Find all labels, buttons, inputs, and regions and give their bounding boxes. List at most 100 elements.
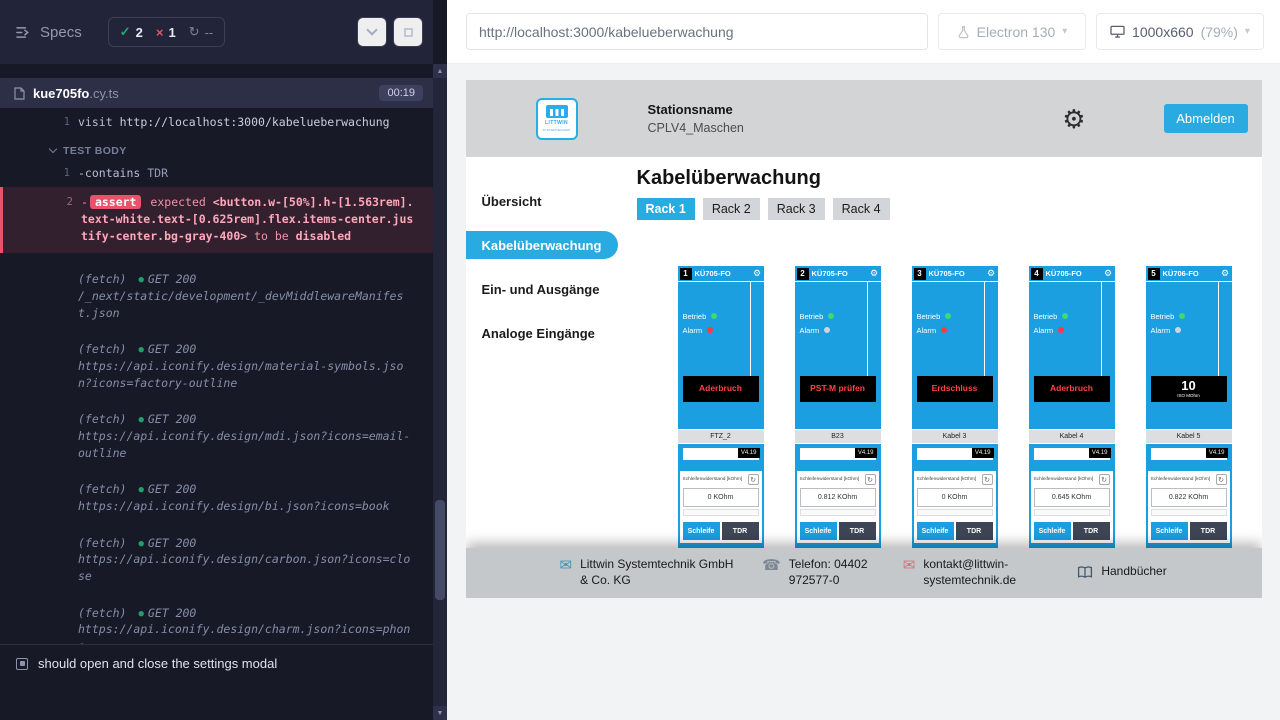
specs-label: Specs	[40, 24, 82, 41]
fetch-log-row[interactable]: (fetch)●GET 200 https://api.iconify.desi…	[0, 533, 433, 587]
fetch-log-row[interactable]: (fetch)●GET 200 https://api.iconify.desi…	[0, 409, 433, 463]
tab-rack-1[interactable]: Rack 1	[637, 198, 695, 220]
refresh-icon[interactable]: ↻	[1099, 474, 1110, 485]
command-visit[interactable]: 1 visit http://localhost:3000/kabelueber…	[0, 112, 433, 133]
settings-gear-icon[interactable]: ⚙	[1062, 106, 1085, 132]
footer-phone[interactable]: ☎ Telefon: 04402 972577-0	[762, 557, 885, 588]
refresh-icon[interactable]: ↻	[982, 474, 993, 485]
pending-test-icon	[16, 658, 28, 670]
tdr-button[interactable]: TDR	[839, 522, 876, 540]
led-alarm: Alarm	[1029, 323, 1115, 337]
sidebar-item-kabelueberwachung[interactable]: Kabelüberwachung	[466, 231, 618, 259]
tab-rack-2[interactable]: Rack 2	[703, 198, 760, 220]
page-title: Kabelüberwachung	[637, 167, 1262, 190]
footer-manuals[interactable]: Handbücher	[1077, 564, 1166, 582]
aut-viewport: LITTWIN SYSTEMTECHNIK Stationsname CPLV4…	[447, 64, 1280, 720]
fetch-log-row[interactable]: (fetch)●GET 200 https://api.iconify.desi…	[0, 339, 433, 393]
betrieb-led-icon	[711, 313, 717, 319]
scrollbar-thumb[interactable]	[435, 500, 445, 600]
card-number: 4	[1031, 268, 1043, 280]
station-label: Stationsname	[648, 102, 744, 117]
sidebar-item-analoge-eingaenge[interactable]: Analoge Eingänge	[466, 319, 618, 347]
scroll-up-arrow[interactable]: ▲	[433, 64, 447, 78]
card-gear-icon[interactable]: ⚙	[751, 269, 764, 278]
schleife-button[interactable]: Schleife	[800, 522, 837, 540]
stop-button[interactable]	[393, 17, 423, 47]
fetch-log-row[interactable]: (fetch)●GET 200 /_next/static/developmen…	[0, 269, 433, 323]
cable-label: Kabel 3	[912, 429, 998, 444]
schleife-button[interactable]: Schleife	[683, 522, 720, 540]
version-strip: V4.19	[1034, 448, 1110, 460]
spec-file-header[interactable]: kue705fo.cy.ts 00:19	[0, 78, 433, 108]
browser-select[interactable]: Electron 130 ▾	[938, 13, 1086, 50]
pending-test[interactable]: should open and close the settings modal	[0, 644, 433, 682]
cable-label: Kabel 4	[1029, 429, 1115, 444]
schleife-button[interactable]: Schleife	[917, 522, 954, 540]
url-input[interactable]	[466, 13, 928, 50]
test-body-section[interactable]: TEST BODY	[50, 145, 433, 157]
card-gear-icon[interactable]: ⚙	[1219, 269, 1232, 278]
card-title: KÜ705-FO	[812, 269, 848, 278]
schleife-button[interactable]: Schleife	[1034, 522, 1071, 540]
collapse-caret-icon	[49, 145, 57, 153]
stop-icon	[404, 28, 413, 37]
resistance-value: 0.822 KOhm	[1151, 488, 1227, 507]
viewport-select[interactable]: 1000x660 (79%) ▾	[1096, 13, 1264, 50]
spec-file-icon	[14, 87, 25, 100]
app-header: LITTWIN SYSTEMTECHNIK Stationsname CPLV4…	[466, 80, 1262, 157]
footer-email[interactable]: ✉ kontakt@littwin-systemtechnik.de	[903, 557, 1046, 588]
tab-rack-3[interactable]: Rack 3	[768, 198, 825, 220]
card-gear-icon[interactable]: ⚙	[985, 269, 998, 278]
failed-count: × 1	[156, 25, 176, 40]
status-dot-icon: ●	[138, 485, 143, 495]
tdr-button[interactable]: TDR	[1073, 522, 1110, 540]
led-betrieb: Betrieb	[795, 309, 881, 323]
littwin-logo: LITTWIN SYSTEMTECHNIK	[536, 98, 578, 140]
chevron-down-icon: ▾	[1062, 26, 1067, 37]
card-title: KÜ705-FO	[1046, 269, 1082, 278]
status-display: Aderbruch	[1034, 376, 1110, 402]
phone-icon: ☎	[762, 558, 781, 573]
firmware-version: V4.19	[738, 448, 760, 458]
tdr-button[interactable]: TDR	[722, 522, 759, 540]
resistance-panel: Schleifenwiderstand [kOhm]↻ 0.822 KOhm S…	[1148, 471, 1230, 543]
reporter-scrollbar[interactable]: ▲ ▼	[433, 64, 447, 720]
fetch-log-row[interactable]: (fetch)●GET 200 https://api.iconify.desi…	[0, 479, 433, 516]
logout-button[interactable]: Abmelden	[1164, 104, 1248, 133]
schleife-button[interactable]: Schleife	[1151, 522, 1188, 540]
mail-icon: ✉	[903, 558, 916, 573]
scroll-down-arrow[interactable]: ▼	[433, 706, 447, 720]
command-assert-failed[interactable]: 2 -assert expected <button.w-[50%].h-[1.…	[0, 187, 433, 253]
browser-toolbar: Electron 130 ▾ 1000x660 (79%) ▾	[447, 0, 1280, 64]
command-contains[interactable]: 1 -contains TDR	[0, 163, 433, 184]
sidebar-item-uebersicht[interactable]: Übersicht	[466, 187, 618, 215]
tdr-button[interactable]: TDR	[1190, 522, 1227, 540]
card-gear-icon[interactable]: ⚙	[868, 269, 881, 278]
tdr-button[interactable]: TDR	[956, 522, 993, 540]
led-alarm: Alarm	[795, 323, 881, 337]
sidebar-item-ein-und-ausgaenge[interactable]: Ein- und Ausgänge	[466, 275, 618, 303]
led-alarm: Alarm	[1146, 323, 1232, 337]
card-number: 5	[1148, 268, 1160, 280]
specs-button[interactable]: Specs	[16, 24, 82, 41]
tab-rack-4[interactable]: Rack 4	[833, 198, 890, 220]
led-alarm: Alarm	[912, 323, 998, 337]
cable-label: FTZ_2	[678, 429, 764, 444]
collapse-button[interactable]	[357, 17, 387, 47]
specs-list-icon	[16, 26, 31, 39]
version-strip: V4.19	[1151, 448, 1227, 460]
refresh-icon[interactable]: ↻	[1216, 474, 1227, 485]
fail-icon: ×	[156, 25, 164, 40]
flask-icon	[957, 25, 970, 39]
chevron-down-icon	[366, 24, 377, 35]
status-display: 10ISO MOhm	[1151, 376, 1227, 402]
refresh-icon[interactable]: ↻	[748, 474, 759, 485]
card-title: KÜ705-FO	[929, 269, 965, 278]
card-gear-icon[interactable]: ⚙	[1102, 269, 1115, 278]
version-strip: V4.19	[683, 448, 759, 460]
card-title: KÜ706-FO	[1163, 269, 1199, 278]
book-icon	[1077, 565, 1093, 582]
card-number: 1	[680, 268, 692, 280]
littwin-logo-icon	[546, 105, 568, 118]
refresh-icon[interactable]: ↻	[865, 474, 876, 485]
